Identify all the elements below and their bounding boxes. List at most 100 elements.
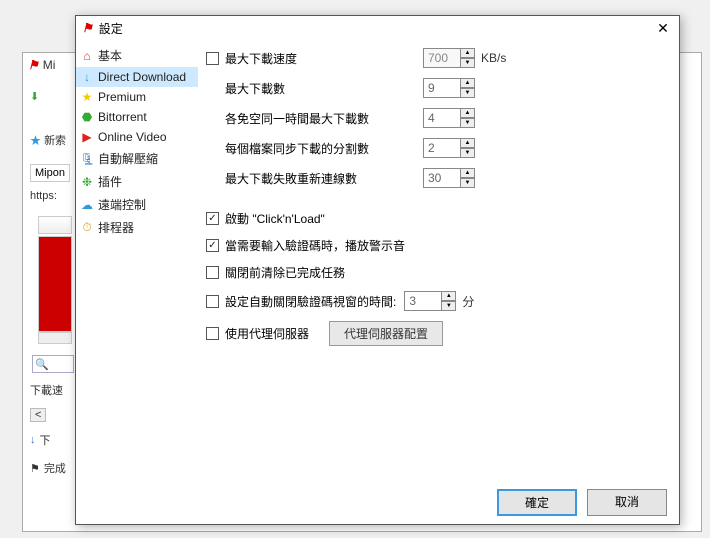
clear-completed-label: 關閉前清除已完成任務: [225, 264, 345, 281]
plugins-icon: ❉: [80, 175, 94, 189]
sidebar-item-remote[interactable]: ☁遠端控制: [76, 193, 198, 216]
row-captcha-sound: 當需要輸入驗證碼時，播放警示音: [206, 237, 663, 254]
captcha-sound-label: 當需要輸入驗證碼時，播放警示音: [225, 237, 405, 254]
spin-up[interactable]: ▲: [461, 48, 475, 58]
search-icon: 🔍: [35, 358, 49, 371]
bg-titlebar: ⚑ Mi: [28, 58, 55, 72]
max-retry-label: 最大下載失敗重新連線數: [225, 170, 415, 187]
segments-spinner[interactable]: ▲▼: [423, 138, 475, 158]
max-downloads-spinner[interactable]: ▲▼: [423, 78, 475, 98]
use-proxy-checkbox[interactable]: [206, 327, 219, 340]
bg-scroll-left: <: [30, 408, 46, 422]
max-per-host-spinner[interactable]: ▲▼: [423, 108, 475, 128]
spin-down[interactable]: ▼: [461, 148, 475, 158]
sidebar-item-direct-download[interactable]: ↓Direct Download: [76, 67, 198, 87]
sidebar-item-label: Premium: [98, 90, 146, 104]
app-icon: ⚑: [28, 58, 39, 72]
sidebar-item-bittorrent[interactable]: ⬣ Bittorrent: [76, 107, 198, 127]
clicknload-label: 啟動 "Click'n'Load": [225, 210, 325, 227]
bg-download-speed: 下載速: [30, 382, 63, 398]
download-icon: ↓: [30, 434, 36, 446]
sidebar-item-label: 基本: [98, 47, 122, 64]
cancel-button[interactable]: 取消: [587, 489, 667, 516]
captcha-timeout-spinner[interactable]: ▲▼: [404, 291, 456, 311]
sidebar-item-basic[interactable]: ⌂ 基本: [76, 44, 198, 67]
segments-input[interactable]: [423, 138, 461, 158]
max-retry-spinner[interactable]: ▲▼: [423, 168, 475, 188]
bg-search: 🔍: [32, 355, 74, 373]
sidebar-item-online-video[interactable]: ▶ Online Video: [76, 127, 198, 147]
captcha-sound-checkbox[interactable]: [206, 239, 219, 252]
spin-up[interactable]: ▲: [461, 138, 475, 148]
clear-completed-checkbox[interactable]: [206, 266, 219, 279]
bg-sidebar-green: ⬇: [30, 90, 39, 103]
bg-title: Mi: [43, 58, 56, 72]
max-downloads-input[interactable]: [423, 78, 461, 98]
app-icon: ⚑: [82, 21, 93, 35]
bg-download: ↓ 下: [30, 432, 51, 448]
clicknload-checkbox[interactable]: [206, 212, 219, 225]
sidebar-item-premium[interactable]: ★ Premium: [76, 87, 198, 107]
online-video-icon: ▶: [80, 130, 94, 144]
spin-up[interactable]: ▲: [442, 291, 456, 301]
bittorrent-icon: ⬣: [80, 110, 94, 124]
row-captcha-timeout: 設定自動關閉驗證碼視窗的時間: ▲▼ 分: [206, 291, 663, 311]
bg-url: https:: [30, 190, 57, 202]
bg-strip2: [38, 332, 72, 344]
close-button[interactable]: ✕: [653, 20, 673, 37]
spin-up[interactable]: ▲: [461, 168, 475, 178]
flag-icon: ⚑: [30, 462, 40, 475]
bg-strip-red: [38, 236, 72, 332]
bg-done: ⚑ 完成: [30, 460, 66, 476]
sidebar-item-plugins[interactable]: ❉ 插件: [76, 170, 198, 193]
spin-up[interactable]: ▲: [461, 108, 475, 118]
sidebar-item-label: Online Video: [98, 130, 167, 144]
spin-down[interactable]: ▼: [461, 58, 475, 68]
max-per-host-input[interactable]: [423, 108, 461, 128]
dialog-title: 設定: [99, 20, 653, 37]
spin-down[interactable]: ▼: [461, 178, 475, 188]
sidebar-item-label: 排程器: [98, 219, 134, 236]
basic-icon: ⌂: [80, 49, 94, 63]
max-speed-spinner[interactable]: ▲▼: [423, 48, 475, 68]
modal-body: ⌂ 基本 ↓Direct Download ★ Premium ⬣ Bittorrent ▶ O…: [76, 40, 679, 481]
max-speed-label: 最大下載速度: [225, 50, 415, 67]
sidebar: ⌂ 基本 ↓Direct Download ★ Premium ⬣ Bittorrent ▶ O…: [76, 40, 198, 481]
premium-icon: ★: [80, 90, 94, 104]
ok-button[interactable]: 確定: [497, 489, 577, 516]
sidebar-item-label: Direct Download: [98, 70, 186, 84]
captcha-timeout-label: 設定自動關閉驗證碼視窗的時間:: [225, 293, 396, 310]
spin-down[interactable]: ▼: [461, 118, 475, 128]
sidebar-item-label: Bittorrent: [98, 110, 147, 124]
max-retry-input[interactable]: [423, 168, 461, 188]
row-use-proxy: 使用代理伺服器 代理伺服器配置: [206, 321, 663, 346]
bg-tab-mipon: Mipon: [30, 164, 70, 182]
max-speed-input[interactable]: [423, 48, 461, 68]
row-max-per-host: 各免空同一時間最大下載數 ▲▼: [206, 108, 663, 128]
spin-down[interactable]: ▼: [461, 88, 475, 98]
captcha-timeout-checkbox[interactable]: [206, 295, 219, 308]
sidebar-item-auto-extract[interactable]: 🗜 自動解壓縮: [76, 147, 198, 170]
max-speed-checkbox[interactable]: [206, 52, 219, 65]
segments-label: 每個檔案同步下載的分割數: [225, 140, 415, 157]
content-panel: 最大下載速度 ▲▼ KB/s 最大下載數 ▲▼ 各免空同一時間最大下載數: [198, 40, 679, 481]
proxy-config-button[interactable]: 代理伺服器配置: [329, 321, 443, 346]
row-clear-completed: 關閉前清除已完成任務: [206, 264, 663, 281]
spin-up[interactable]: ▲: [461, 78, 475, 88]
spin-down[interactable]: ▼: [442, 301, 456, 311]
captcha-timeout-input[interactable]: [404, 291, 442, 311]
scheduler-icon: ⏱: [80, 220, 94, 235]
sidebar-item-label: 插件: [98, 173, 122, 190]
row-max-retry: 最大下載失敗重新連線數 ▲▼: [206, 168, 663, 188]
sidebar-item-label: 自動解壓縮: [98, 150, 158, 167]
row-clicknload: 啟動 "Click'n'Load": [206, 210, 663, 227]
max-speed-unit: KB/s: [481, 51, 506, 65]
captcha-timeout-unit: 分: [462, 293, 474, 310]
row-segments: 每個檔案同步下載的分割數 ▲▼: [206, 138, 663, 158]
sidebar-item-scheduler[interactable]: ⏱ 排程器: [76, 216, 198, 239]
bg-strip1: [38, 216, 72, 234]
row-max-speed: 最大下載速度 ▲▼ KB/s: [206, 48, 663, 68]
dialog-footer: 確定 取消: [76, 481, 679, 524]
auto-extract-icon: 🗜: [80, 152, 94, 166]
max-downloads-label: 最大下載數: [225, 80, 415, 97]
